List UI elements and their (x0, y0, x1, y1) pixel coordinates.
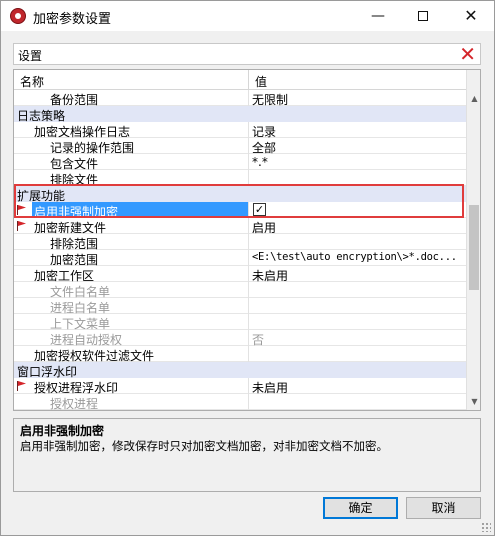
property-row[interactable]: 授权进程 (14, 394, 466, 410)
cell-separator (248, 266, 249, 282)
scroll-down-icon[interactable]: ▼ (467, 393, 480, 410)
property-name-cell: 包含文件 (50, 154, 244, 171)
resize-grip[interactable] (481, 522, 491, 532)
scroll-thumb[interactable] (469, 205, 479, 290)
property-name-cell: 上下文菜单 (50, 314, 244, 331)
cell-separator (248, 346, 249, 362)
maximize-icon (418, 11, 428, 21)
cell-separator (248, 234, 249, 250)
cell-separator (248, 250, 249, 266)
cell-separator (248, 394, 249, 410)
property-row[interactable]: 授权进程浮水印 未启用 (14, 378, 466, 395)
description-title: 启用非强制加密 (20, 424, 105, 438)
property-row[interactable]: 排除范围 (14, 234, 466, 251)
flag-icon (17, 221, 26, 231)
category-row[interactable]: 日志策略 (14, 106, 466, 123)
column-separator[interactable] (248, 70, 249, 90)
cell-separator (248, 122, 249, 138)
value-column-header[interactable]: 值 (255, 73, 267, 90)
property-name-cell: 排除范围 (50, 234, 244, 251)
property-name-cell: 加密授权软件过滤文件 (34, 346, 244, 363)
property-row[interactable]: 备份范围 无限制 (14, 90, 466, 107)
property-name-cell: 进程白名单 (50, 298, 244, 315)
dialog-window: 加密参数设置 — ✕ 设置 ✕ 名称 值 备份范围 无限制 日志策略 加密文档操作日志… (0, 0, 495, 536)
cell-separator (248, 218, 249, 234)
flag-icon (17, 381, 26, 391)
ok-button[interactable]: 确定 (323, 497, 398, 519)
property-row[interactable]: 记录的操作范围 全部 (14, 138, 466, 155)
property-name-cell: 授权进程浮水印 (34, 378, 244, 395)
description-panel: 启用非强制加密 启用非强制加密，修改保存时只对加密文档加密，对非加密文档不加密。 (13, 418, 481, 492)
property-name-cell: 加密文档操作日志 (34, 122, 244, 139)
highlight-annotation (14, 184, 464, 218)
maximize-button[interactable] (401, 1, 445, 31)
property-row[interactable]: 包含文件 *.* (14, 154, 466, 171)
cell-separator (248, 314, 249, 330)
property-name: 授权进程 (50, 397, 99, 411)
property-name-cell: 加密范围 (50, 250, 244, 267)
property-name-cell: 授权进程 (50, 394, 244, 410)
property-row[interactable]: 加密工作区 未启用 (14, 266, 466, 283)
cell-separator (248, 282, 249, 298)
property-row[interactable]: 进程白名单 (14, 298, 466, 315)
property-value[interactable]: *.* (252, 155, 464, 169)
app-icon (10, 8, 26, 24)
cell-separator (248, 378, 249, 394)
cell-separator (248, 298, 249, 314)
cell-separator (248, 154, 249, 170)
property-row[interactable]: 文字内容 (14, 410, 466, 411)
vertical-scrollbar[interactable]: ▲ ▼ (466, 70, 480, 410)
cancel-button[interactable]: 取消 (406, 497, 481, 519)
property-row[interactable]: 上下文菜单 (14, 314, 466, 331)
property-name-cell: 加密新建文件 (34, 218, 244, 235)
property-row[interactable]: 加密新建文件 启用 (14, 218, 466, 235)
cell-separator (248, 330, 249, 346)
name-column-header[interactable]: 名称 (20, 73, 44, 90)
property-row[interactable]: 加密授权软件过滤文件 (14, 346, 466, 363)
property-row[interactable]: 进程自动授权否 (14, 330, 466, 347)
close-settings-icon[interactable]: ✕ (459, 43, 476, 65)
minimize-button[interactable]: — (356, 1, 400, 31)
property-name-cell: 备份范围 (50, 90, 244, 107)
scroll-up-icon[interactable]: ▲ (467, 90, 480, 107)
cell-separator (248, 138, 249, 154)
grid-header: 名称 值 (14, 70, 466, 90)
property-name-cell: 进程自动授权 (50, 330, 244, 347)
description-text: 启用非强制加密，修改保存时只对加密文档加密，对非加密文档不加密。 (20, 439, 388, 453)
title-bar[interactable]: 加密参数设置 — ✕ (1, 1, 494, 31)
property-value[interactable]: <E:\test\auto encryption\>*.doc... (252, 251, 464, 263)
property-rows: 备份范围 无限制 日志策略 加密文档操作日志 记录 记录的操作范围 全部 包含文件 *.* 排除文… (14, 90, 466, 411)
property-row[interactable]: 加密文档操作日志 记录 (14, 122, 466, 139)
property-row[interactable]: 加密范围 <E:\test\auto encryption\>*.doc... (14, 250, 466, 267)
close-window-button[interactable]: ✕ (449, 1, 493, 31)
property-name-cell: 文字内容 (50, 410, 244, 411)
window-title: 加密参数设置 (33, 12, 112, 27)
property-row[interactable]: 文件白名单 (14, 282, 466, 299)
property-name-cell: 文件白名单 (50, 282, 244, 299)
settings-title: 设置 (18, 49, 43, 63)
property-name-cell: 记录的操作范围 (50, 138, 244, 155)
property-grid[interactable]: 名称 值 备份范围 无限制 日志策略 加密文档操作日志 记录 记录的操作范围 全部 包含文件 *… (13, 69, 481, 411)
cell-separator (248, 90, 249, 106)
property-name-cell: 加密工作区 (34, 266, 244, 283)
category-row[interactable]: 窗口浮水印 (14, 362, 466, 379)
cell-separator (248, 410, 249, 411)
settings-header: 设置 ✕ (13, 43, 481, 65)
